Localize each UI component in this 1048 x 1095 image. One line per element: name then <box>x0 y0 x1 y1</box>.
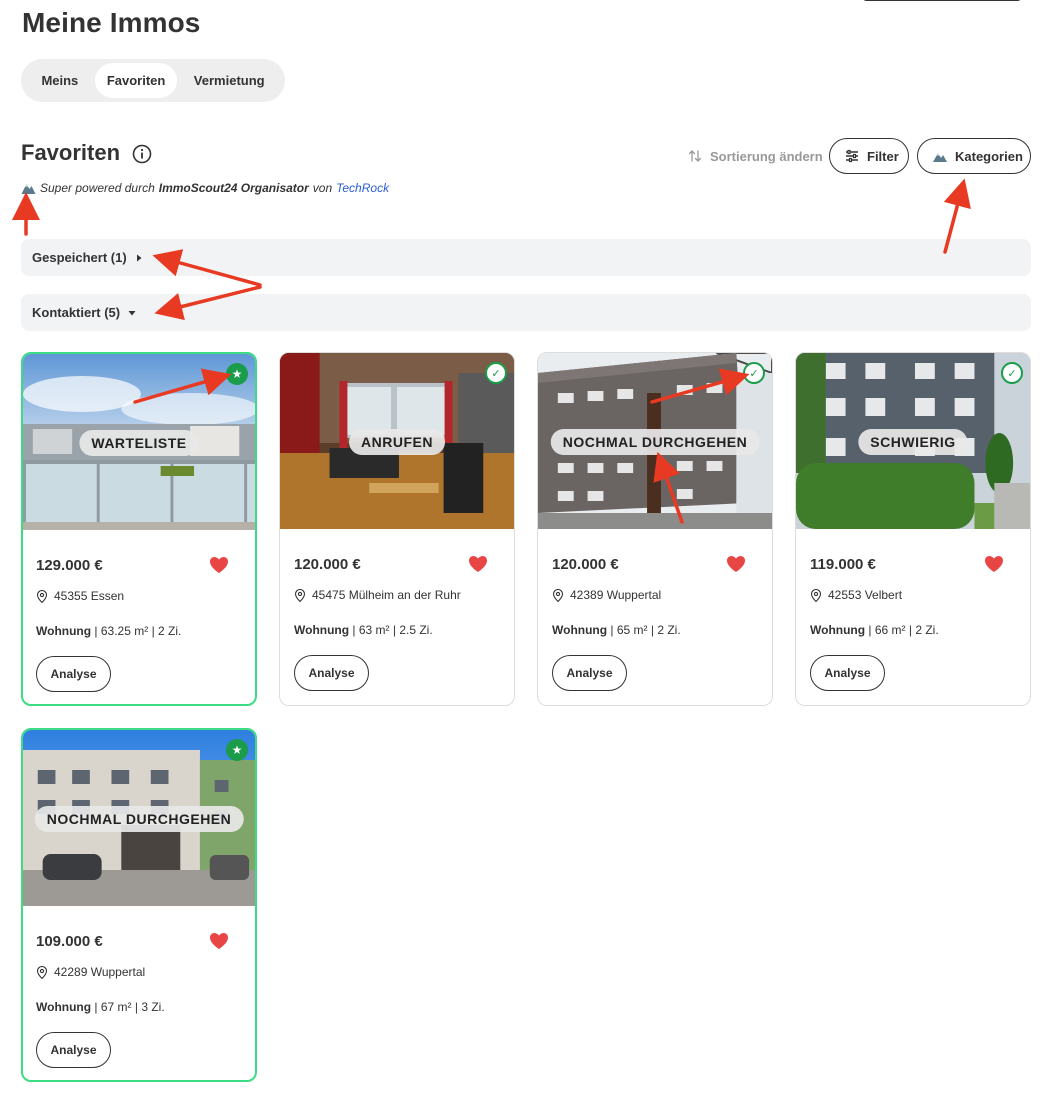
location-pin-icon <box>552 588 564 602</box>
mountain-icon <box>21 184 36 194</box>
filter-button[interactable]: Filter <box>829 138 909 174</box>
categories-button[interactable]: Kategorien <box>917 138 1031 174</box>
property-details: | 66 m² | 2 Zi. <box>865 623 939 637</box>
listing-location: 45355 Essen <box>36 589 124 603</box>
property-details: | 63 m² | 2.5 Zi. <box>349 623 433 637</box>
sort-label: Sortierung ändern <box>710 148 823 164</box>
heart-icon[interactable] <box>209 556 229 574</box>
listing-price: 109.000 € <box>36 933 103 950</box>
location-pin-icon <box>36 965 48 979</box>
sliders-icon <box>846 149 858 163</box>
powered-by-note: Super powered durch ImmoScout24 Organisa… <box>21 181 389 195</box>
property-type: Wohnung <box>294 623 350 637</box>
group-gespeichert[interactable]: Gespeichert (1) <box>21 239 1031 276</box>
listing-specs: Wohnung | 63.25 m² | 2 Zi. <box>36 624 181 638</box>
listing-location: 42289 Wuppertal <box>36 965 145 979</box>
analyse-button[interactable]: Analyse <box>36 656 111 692</box>
filter-label: Filter <box>867 148 899 164</box>
listing-price: 129.000 € <box>36 557 103 574</box>
location-text: 42289 Wuppertal <box>54 965 146 979</box>
listing-location: 42553 Velbert <box>810 588 902 602</box>
heart-icon[interactable] <box>468 555 488 573</box>
category-label[interactable]: NOCHMAL DURCHGEHEN <box>550 429 760 455</box>
caret-right-icon <box>136 254 142 261</box>
powered-by: von <box>312 181 333 195</box>
page-title: Meine Immos <box>22 7 201 38</box>
listing-location: 45475 Mülheim an der Ruhr <box>294 588 461 602</box>
listing-price: 120.000 € <box>294 556 361 573</box>
star-icon[interactable]: ★ <box>226 363 248 385</box>
analyse-button[interactable]: Analyse <box>552 655 627 691</box>
group-label: Gespeichert (1) <box>32 250 127 265</box>
listing-specs: Wohnung | 65 m² | 2 Zi. <box>552 623 681 637</box>
location-pin-icon <box>36 589 48 603</box>
property-type: Wohnung <box>552 623 608 637</box>
categories-label: Kategorien <box>955 148 1023 164</box>
listing-card[interactable]: WARTELISTE ★ 129.000 € 45355 Essen Wohnu… <box>21 352 257 706</box>
tab-vermietung[interactable]: Vermietung <box>177 63 281 98</box>
analyse-button[interactable]: Analyse <box>294 655 369 691</box>
location-text: 42389 Wuppertal <box>570 588 662 602</box>
info-icon[interactable] <box>132 144 152 164</box>
listing-price: 120.000 € <box>552 556 619 573</box>
tab-favoriten[interactable]: Favoriten <box>94 63 178 98</box>
analyse-button[interactable]: Analyse <box>36 1032 111 1068</box>
listing-card[interactable]: SCHWIERIG ✓ 119.000 € 42553 Velbert Wohn… <box>795 352 1031 706</box>
property-details: | 63.25 m² | 2 Zi. <box>91 624 182 638</box>
property-type: Wohnung <box>810 623 866 637</box>
star-icon[interactable]: ★ <box>226 739 248 761</box>
listing-specs: Wohnung | 66 m² | 2 Zi. <box>810 623 939 637</box>
check-icon[interactable]: ✓ <box>485 362 507 384</box>
check-icon[interactable]: ✓ <box>743 362 765 384</box>
powered-organizer: ImmoScout24 Organisator <box>158 181 309 195</box>
tab-meins[interactable]: Meins <box>25 63 95 98</box>
analyse-button[interactable]: Analyse <box>810 655 885 691</box>
section-title: Favoriten <box>21 140 121 165</box>
location-pin-icon <box>294 588 306 602</box>
heart-icon[interactable] <box>984 555 1004 573</box>
powered-prefix: Super powered durch <box>40 181 155 195</box>
location-text: 42553 Velbert <box>828 588 903 602</box>
property-type: Wohnung <box>36 1000 92 1014</box>
listing-specs: Wohnung | 63 m² | 2.5 Zi. <box>294 623 433 637</box>
property-details: | 67 m² | 3 Zi. <box>91 1000 165 1014</box>
top-pill-button[interactable] <box>862 0 1022 1</box>
techrock-link[interactable]: TechRock <box>336 181 389 195</box>
heart-icon[interactable] <box>209 932 229 950</box>
listing-location: 42389 Wuppertal <box>552 588 661 602</box>
category-label[interactable]: WARTELISTE <box>79 430 199 456</box>
check-icon[interactable]: ✓ <box>1001 362 1023 384</box>
mountain-icon <box>933 153 947 162</box>
category-label[interactable]: NOCHMAL DURCHGEHEN <box>34 806 244 832</box>
location-text: 45355 Essen <box>54 589 125 603</box>
listing-price: 119.000 € <box>810 556 876 573</box>
tab-switcher: Meins Favoriten Vermietung <box>21 59 285 102</box>
category-label[interactable]: SCHWIERIG <box>858 429 968 455</box>
caret-down-icon <box>128 310 136 315</box>
property-details: | 65 m² | 2 Zi. <box>607 623 681 637</box>
listing-card[interactable]: NOCHMAL DURCHGEHEN ★ 109.000 € 42289 Wup… <box>21 728 257 1082</box>
location-text: 45475 Mülheim an der Ruhr <box>312 588 461 602</box>
category-label[interactable]: ANRUFEN <box>349 429 445 455</box>
heart-icon[interactable] <box>726 555 746 573</box>
sort-button[interactable]: Sortierung ändern <box>688 147 823 165</box>
listing-specs: Wohnung | 67 m² | 3 Zi. <box>36 1000 165 1014</box>
sort-arrows-icon <box>688 150 702 162</box>
property-type: Wohnung <box>36 624 92 638</box>
group-kontaktiert[interactable]: Kontaktiert (5) <box>21 294 1031 331</box>
location-pin-icon <box>810 588 822 602</box>
group-label: Kontaktiert (5) <box>32 305 121 320</box>
listing-card[interactable]: NOCHMAL DURCHGEHEN ✓ 120.000 € 42389 Wup… <box>537 352 773 706</box>
listing-card[interactable]: ANRUFEN ✓ 120.000 € 45475 Mülheim an der… <box>279 352 515 706</box>
